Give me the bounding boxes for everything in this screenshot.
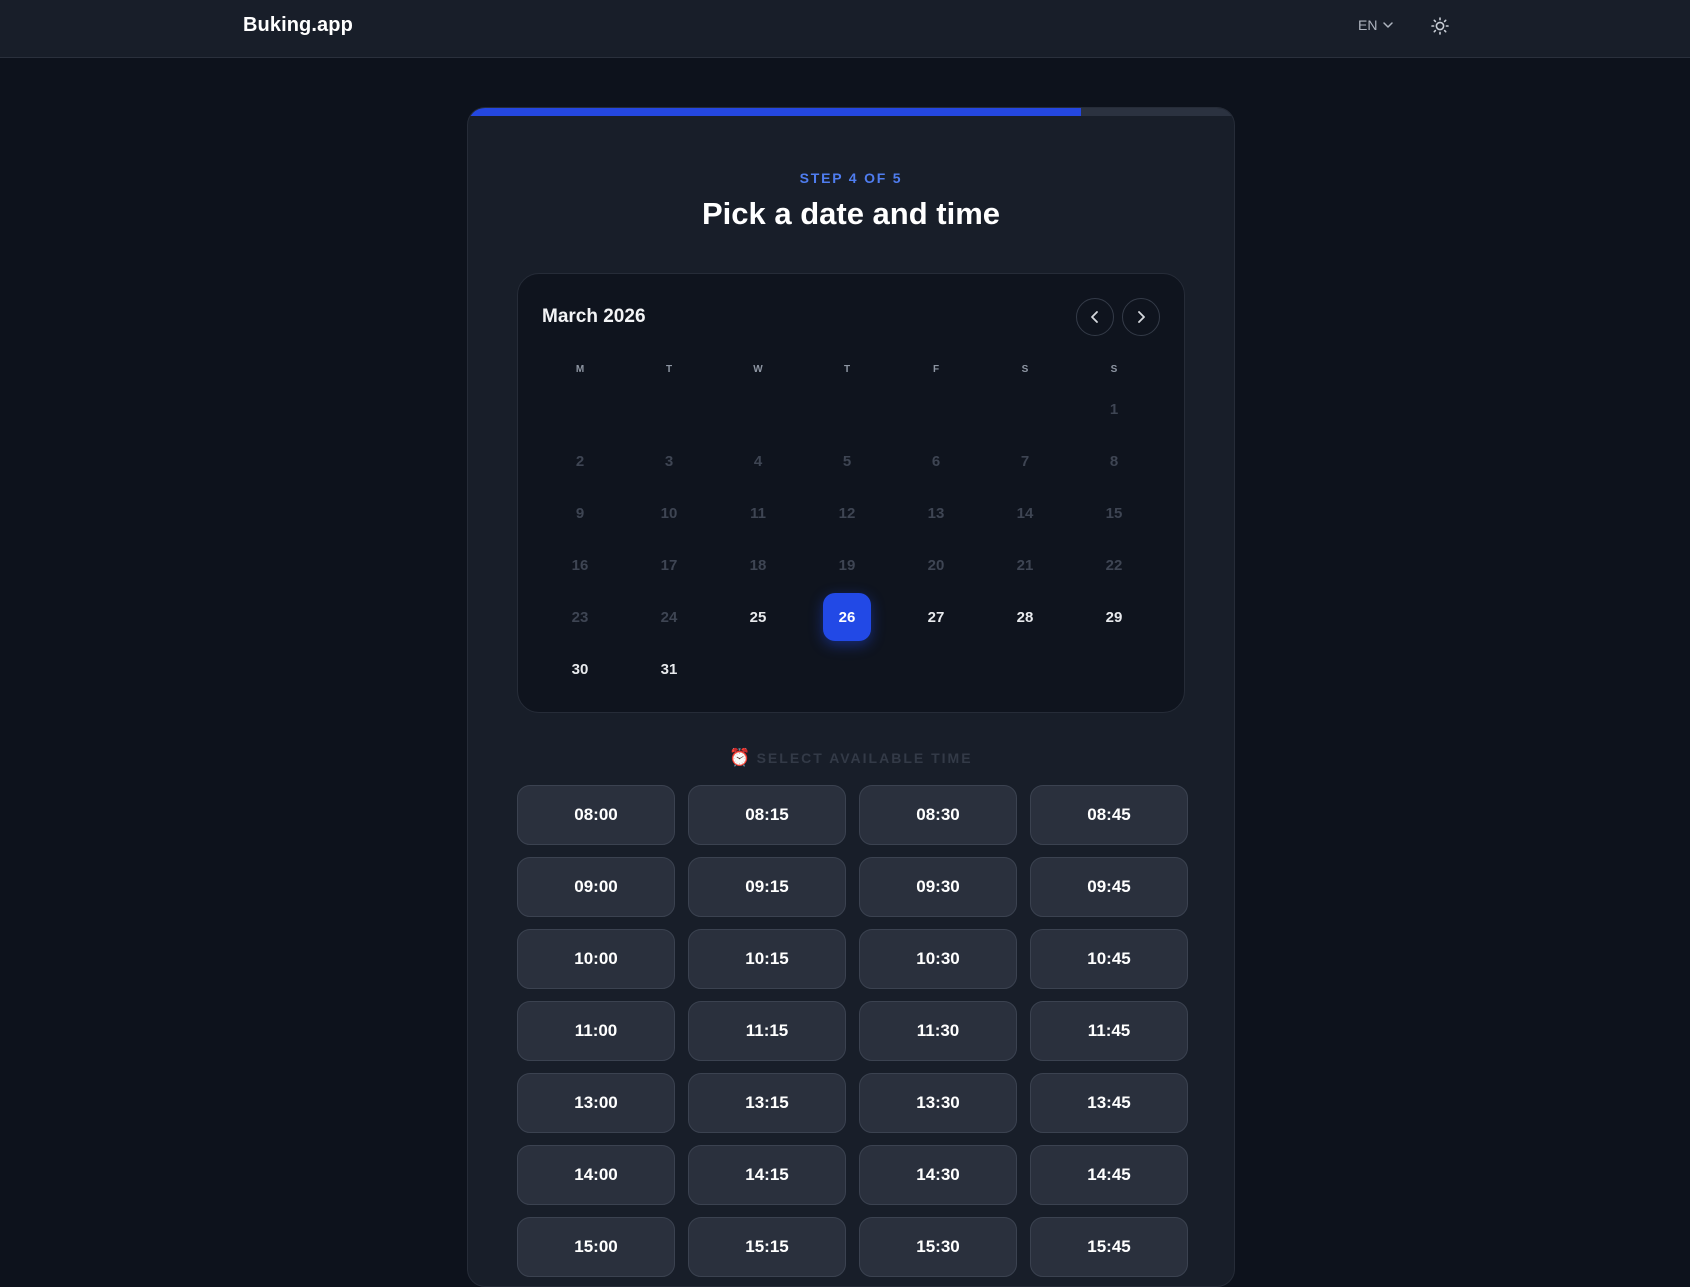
chevron-down-icon bbox=[1383, 22, 1394, 28]
language-label: EN bbox=[1358, 17, 1378, 33]
calendar-day: 6 bbox=[931, 452, 941, 470]
calendar-day[interactable]: 29 bbox=[1090, 593, 1138, 641]
time-slot-button[interactable]: 08:45 bbox=[1030, 785, 1188, 845]
calendar-day: 24 bbox=[660, 608, 678, 626]
brand-logo[interactable]: Buking.app bbox=[243, 14, 353, 37]
calendar-day: 21 bbox=[1016, 556, 1034, 574]
top-navbar: Buking.app EN bbox=[0, 0, 1690, 58]
progress-bar-fill bbox=[468, 108, 1081, 116]
time-slot-button[interactable]: 10:45 bbox=[1030, 929, 1188, 989]
booking-card: STEP 4 OF 5 Pick a date and time March 2… bbox=[467, 107, 1235, 1287]
time-slot-button[interactable]: 10:15 bbox=[688, 929, 846, 989]
chevron-left-icon bbox=[1091, 311, 1098, 323]
time-slot-button[interactable]: 11:30 bbox=[859, 1001, 1017, 1061]
time-slot-button[interactable]: 09:30 bbox=[859, 857, 1017, 917]
step-indicator: STEP 4 OF 5 bbox=[799, 170, 903, 186]
weekday-header: F bbox=[932, 364, 940, 375]
time-slot-button[interactable]: 08:00 bbox=[517, 785, 675, 845]
calendar-day[interactable]: 30 bbox=[556, 645, 604, 693]
calendar-day: 12 bbox=[838, 504, 856, 522]
alarm-clock-icon: ⏰ bbox=[729, 748, 751, 767]
calendar: March 2026 M T W T F S S 1 2 3 4 5 6 7 8 9 10 11 12 13 14 15 1… bbox=[517, 273, 1185, 713]
calendar-day: 16 bbox=[571, 556, 589, 574]
calendar-day: 20 bbox=[927, 556, 945, 574]
calendar-day[interactable]: 31 bbox=[645, 645, 693, 693]
calendar-day: 8 bbox=[1109, 452, 1119, 470]
time-slot-button[interactable]: 13:00 bbox=[517, 1073, 675, 1133]
time-slot-button[interactable]: 09:00 bbox=[517, 857, 675, 917]
calendar-day[interactable]: 27 bbox=[912, 593, 960, 641]
progress-bar bbox=[468, 108, 1234, 116]
language-selector[interactable]: EN bbox=[1358, 17, 1394, 33]
time-slot-button[interactable]: 13:15 bbox=[688, 1073, 846, 1133]
time-slot-button[interactable]: 15:15 bbox=[688, 1217, 846, 1277]
time-slot-button[interactable]: 14:30 bbox=[859, 1145, 1017, 1205]
time-slot-button[interactable]: 14:15 bbox=[688, 1145, 846, 1205]
weekday-header: T bbox=[843, 364, 851, 375]
calendar-day: 1 bbox=[1109, 400, 1119, 418]
calendar-day[interactable]: 28 bbox=[1001, 593, 1049, 641]
calendar-day: 11 bbox=[750, 504, 766, 522]
calendar-day: 23 bbox=[571, 608, 589, 626]
time-slot-button[interactable]: 13:45 bbox=[1030, 1073, 1188, 1133]
calendar-day[interactable]: 25 bbox=[734, 593, 782, 641]
weekday-header: T bbox=[665, 364, 673, 375]
time-slot-button[interactable]: 09:45 bbox=[1030, 857, 1188, 917]
weekday-header: S bbox=[1021, 364, 1029, 375]
calendar-day: 7 bbox=[1020, 452, 1030, 470]
sun-icon bbox=[1431, 17, 1449, 35]
calendar-day: 2 bbox=[575, 452, 585, 470]
calendar-day: 18 bbox=[749, 556, 767, 574]
page-title: Pick a date and time bbox=[701, 196, 1001, 231]
calendar-day: 9 bbox=[575, 504, 585, 522]
time-slot-button[interactable]: 15:30 bbox=[859, 1217, 1017, 1277]
calendar-day-selected[interactable]: 26 bbox=[823, 593, 871, 641]
time-slot-button[interactable]: 08:15 bbox=[688, 785, 846, 845]
time-slot-button[interactable]: 14:45 bbox=[1030, 1145, 1188, 1205]
previous-month-button[interactable] bbox=[1076, 298, 1114, 336]
calendar-day: 22 bbox=[1105, 556, 1123, 574]
weekday-header: M bbox=[575, 364, 585, 375]
calendar-day: 10 bbox=[660, 504, 678, 522]
calendar-day: 13 bbox=[927, 504, 945, 522]
calendar-day: 3 bbox=[664, 452, 674, 470]
calendar-day: 15 bbox=[1105, 504, 1123, 522]
calendar-day: 4 bbox=[753, 452, 763, 470]
time-slot-button[interactable]: 11:00 bbox=[517, 1001, 675, 1061]
time-slot-button[interactable]: 15:00 bbox=[517, 1217, 675, 1277]
time-slot-button[interactable]: 15:45 bbox=[1030, 1217, 1188, 1277]
time-section-heading: ⏰ SELECT AVAILABLE TIME bbox=[468, 748, 1234, 768]
time-slot-button[interactable]: 09:15 bbox=[688, 857, 846, 917]
time-slot-button[interactable]: 13:30 bbox=[859, 1073, 1017, 1133]
time-slot-button[interactable]: 10:30 bbox=[859, 929, 1017, 989]
calendar-day: 14 bbox=[1016, 504, 1034, 522]
chevron-right-icon bbox=[1138, 311, 1145, 323]
calendar-month-label: March 2026 bbox=[542, 306, 646, 327]
next-month-button[interactable] bbox=[1122, 298, 1160, 336]
time-section-label: SELECT AVAILABLE TIME bbox=[756, 750, 973, 766]
time-slot-button[interactable]: 14:00 bbox=[517, 1145, 675, 1205]
weekday-header: W bbox=[753, 364, 763, 375]
time-slot-button[interactable]: 10:00 bbox=[517, 929, 675, 989]
calendar-day: 17 bbox=[660, 556, 678, 574]
time-slot-button[interactable]: 11:15 bbox=[688, 1001, 846, 1061]
calendar-day: 19 bbox=[838, 556, 856, 574]
theme-toggle-button[interactable] bbox=[1428, 14, 1452, 38]
weekday-header: S bbox=[1110, 364, 1118, 375]
time-slot-button[interactable]: 11:45 bbox=[1030, 1001, 1188, 1061]
time-slot-button[interactable]: 08:30 bbox=[859, 785, 1017, 845]
calendar-day: 5 bbox=[842, 452, 852, 470]
